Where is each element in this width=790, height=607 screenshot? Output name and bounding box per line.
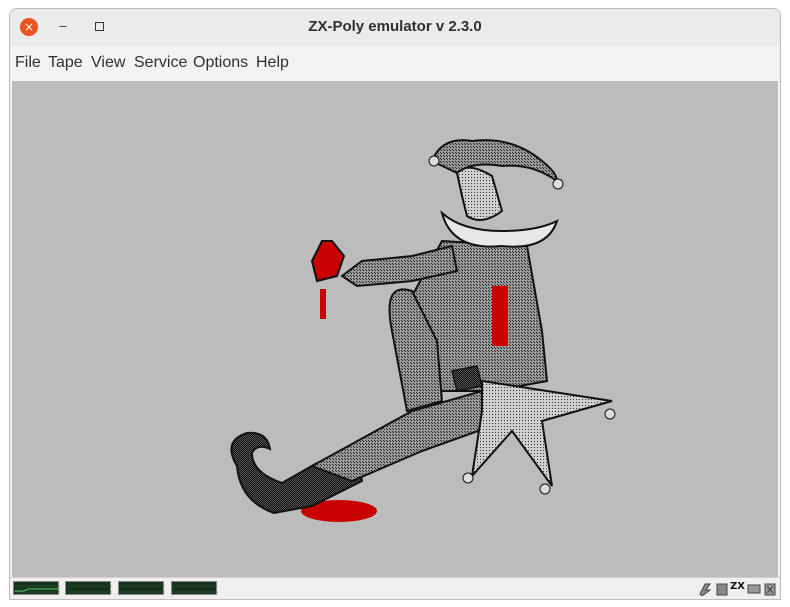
performance-meter: [171, 581, 218, 595]
menu-help[interactable]: Help: [256, 54, 289, 72]
jester-with-heart-icon: [230, 139, 616, 522]
performance-meter: [13, 581, 60, 595]
menu-tape[interactable]: Tape: [48, 54, 83, 72]
menu-service[interactable]: Service: [134, 54, 187, 72]
menu-view[interactable]: View: [91, 54, 125, 72]
disk-icon[interactable]: [715, 582, 729, 596]
menu-options[interactable]: Options: [193, 54, 248, 72]
emulator-screen[interactable]: [12, 81, 778, 577]
zx-mode-icon[interactable]: ZX: [730, 581, 745, 595]
menubar: File Tape View Service Options Help: [10, 46, 780, 114]
tape-status-icon[interactable]: [747, 582, 761, 596]
statusbar: ZX: [10, 577, 780, 599]
app-window: × – ZX-Poly emulator v 2.3.0 File Tape V…: [9, 8, 781, 600]
turbo-icon[interactable]: [698, 582, 712, 596]
performance-meter: [65, 581, 112, 595]
performance-meter: [118, 581, 165, 595]
window-title: ZX-Poly emulator v 2.3.0: [308, 18, 482, 35]
trash-icon[interactable]: [763, 582, 777, 596]
titlebar: × – ZX-Poly emulator v 2.3.0: [10, 9, 780, 47]
menu-file[interactable]: File: [15, 54, 41, 72]
